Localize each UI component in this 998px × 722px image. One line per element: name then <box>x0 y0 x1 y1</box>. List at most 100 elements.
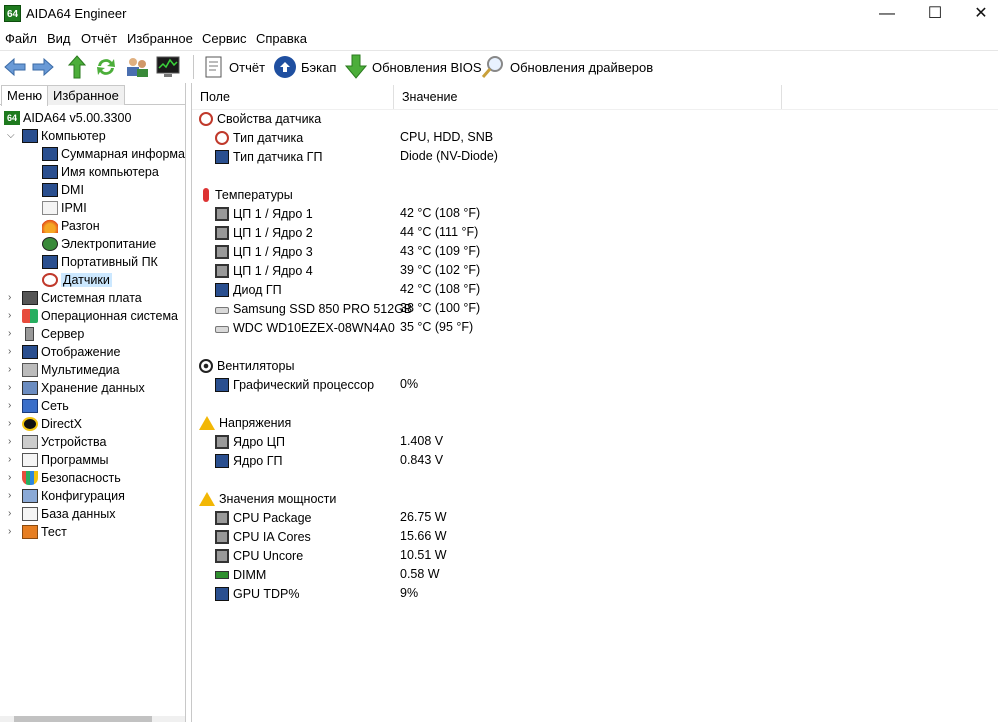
section-header[interactable]: Значения мощности <box>199 489 336 508</box>
table-row[interactable]: ЦП 1 / Ядро 2 <box>215 223 313 242</box>
expand-chevron-icon[interactable]: › <box>8 401 17 411</box>
field-label: Samsung SSD 850 PRO 512GB <box>233 301 413 316</box>
expand-chevron-icon[interactable]: › <box>8 329 17 339</box>
expand-chevron-icon[interactable]: › <box>8 419 17 429</box>
users-icon[interactable] <box>124 54 150 80</box>
tree-item-portable[interactable]: Портативный ПК <box>42 253 158 271</box>
table-row[interactable]: ЦП 1 / Ядро 4 <box>215 261 313 280</box>
scrollbar-thumb[interactable] <box>14 716 152 722</box>
monitor-graph-icon[interactable] <box>155 54 181 80</box>
tree-item-config[interactable]: Конфигурация <box>22 487 125 505</box>
refresh-icon[interactable] <box>93 54 119 80</box>
monitor-icon <box>215 586 229 601</box>
column-header-value[interactable]: Значение <box>394 85 782 109</box>
section-header[interactable]: Свойства датчика <box>199 109 321 128</box>
tree-item-os[interactable]: Операционная система <box>22 307 178 325</box>
menu-favorites[interactable]: Избранное <box>127 31 193 46</box>
tree-item-computer-name[interactable]: Имя компьютера <box>42 163 159 181</box>
table-row[interactable]: Тип датчика <box>215 128 303 147</box>
menu-help[interactable]: Справка <box>256 31 307 46</box>
report-button[interactable]: Отчёт <box>203 54 265 80</box>
tree-item-multimedia[interactable]: Мультимедиа <box>22 361 120 379</box>
table-row[interactable]: Samsung SSD 850 PRO 512GB <box>215 299 412 318</box>
menu-view[interactable]: Вид <box>47 31 71 46</box>
tree-item-network[interactable]: Сеть <box>22 397 69 415</box>
column-header-field[interactable]: Поле <box>192 85 394 109</box>
menu-service[interactable]: Сервис <box>202 31 247 46</box>
sensor-icon <box>199 111 213 126</box>
horizontal-scrollbar[interactable] <box>0 716 185 722</box>
expand-chevron-icon[interactable]: › <box>8 383 17 393</box>
table-row[interactable]: CPU Uncore <box>215 546 303 565</box>
table-row[interactable]: GPU TDP% <box>215 584 299 603</box>
forward-arrow-icon[interactable] <box>30 54 56 80</box>
back-arrow-icon[interactable] <box>2 54 28 80</box>
close-button[interactable]: ✕ <box>958 0 998 28</box>
table-row[interactable]: Диод ГП <box>215 280 282 299</box>
chip-icon <box>215 225 229 240</box>
table-row[interactable]: WDC WD10EZEX-08WN4A0 <box>215 318 395 337</box>
section-header[interactable]: Вентиляторы <box>199 356 294 375</box>
motherboard-icon <box>22 291 38 305</box>
section-header[interactable]: Температуры <box>199 185 293 204</box>
tab-favorites[interactable]: Избранное <box>47 85 125 105</box>
table-row[interactable]: CPU IA Cores <box>215 527 311 546</box>
table-row[interactable]: ЦП 1 / Ядро 1 <box>215 204 313 223</box>
tree-item-security[interactable]: Безопасность <box>22 469 121 487</box>
expand-chevron-icon[interactable]: › <box>8 509 17 519</box>
tree-item-display[interactable]: Отображение <box>22 343 120 361</box>
bios-updates-button[interactable]: Обновления BIOS <box>344 54 482 80</box>
menu-report[interactable]: Отчёт <box>81 31 117 46</box>
tree-item-power[interactable]: Электропитание <box>42 235 156 253</box>
tree-item-server[interactable]: Сервер <box>22 325 84 343</box>
tree-item-sensors[interactable]: Датчики <box>42 271 112 289</box>
tree-item-computer[interactable]: Компьютер <box>22 127 106 145</box>
tree-item-devices[interactable]: Устройства <box>22 433 106 451</box>
expand-chevron-icon[interactable]: › <box>8 293 17 303</box>
table-row[interactable]: Графический процессор <box>215 375 374 394</box>
tree-item-label: Программы <box>41 453 109 467</box>
driver-updates-button[interactable]: Обновления драйверов <box>480 54 653 80</box>
field-label: GPU TDP% <box>233 586 300 601</box>
field-value: 0.58 W <box>400 567 440 581</box>
title-bar: 64 AIDA64 Engineer — ☐ ✕ <box>0 0 998 28</box>
tree-item-ipmi[interactable]: IPMI <box>42 199 87 217</box>
section-header[interactable]: Напряжения <box>199 413 291 432</box>
tree-item-motherboard[interactable]: Системная плата <box>22 289 142 307</box>
collapse-chevron-icon[interactable]: ⌵ <box>7 131 16 141</box>
tree-item-test[interactable]: Тест <box>22 523 67 541</box>
tree-item-label: Устройства <box>41 435 107 449</box>
up-arrow-icon[interactable] <box>64 54 90 80</box>
tree-item-label: DMI <box>61 183 84 197</box>
expand-chevron-icon[interactable]: › <box>8 437 17 447</box>
expand-chevron-icon[interactable]: › <box>8 455 17 465</box>
tree-item-dmi[interactable]: DMI <box>42 181 84 199</box>
tree-root[interactable]: 64 AIDA64 v5.00.3300 <box>4 109 131 127</box>
minimize-button[interactable]: — <box>864 0 910 28</box>
table-row[interactable]: Ядро ГП <box>215 451 282 470</box>
expand-chevron-icon[interactable]: › <box>8 365 17 375</box>
field-label: CPU Uncore <box>233 548 304 563</box>
tree-item-database[interactable]: База данных <box>22 505 115 523</box>
tree-item-directx[interactable]: DirectX <box>22 415 82 433</box>
maximize-button[interactable]: ☐ <box>912 0 958 28</box>
tree-item-label: DirectX <box>41 417 82 431</box>
tree-item-overclock[interactable]: Разгон <box>42 217 100 235</box>
expand-chevron-icon[interactable]: › <box>8 311 17 321</box>
table-row[interactable]: ЦП 1 / Ядро 3 <box>215 242 313 261</box>
tab-menu[interactable]: Меню <box>1 85 49 106</box>
table-row[interactable]: Тип датчика ГП <box>215 147 322 166</box>
expand-chevron-icon[interactable]: › <box>8 347 17 357</box>
expand-chevron-icon[interactable]: › <box>8 491 17 501</box>
expand-chevron-icon[interactable]: › <box>8 527 17 537</box>
table-row[interactable]: DIMM <box>215 565 266 584</box>
backup-button[interactable]: Бэкап <box>273 54 336 80</box>
expand-chevron-icon[interactable]: › <box>8 473 17 483</box>
menu-file[interactable]: Файл <box>5 31 37 46</box>
tree-item-summary[interactable]: Суммарная информация <box>42 145 185 163</box>
chip-icon <box>215 548 229 563</box>
tree-item-storage[interactable]: Хранение данных <box>22 379 145 397</box>
tree-item-programs[interactable]: Программы <box>22 451 109 469</box>
table-row[interactable]: CPU Package <box>215 508 312 527</box>
table-row[interactable]: Ядро ЦП <box>215 432 285 451</box>
